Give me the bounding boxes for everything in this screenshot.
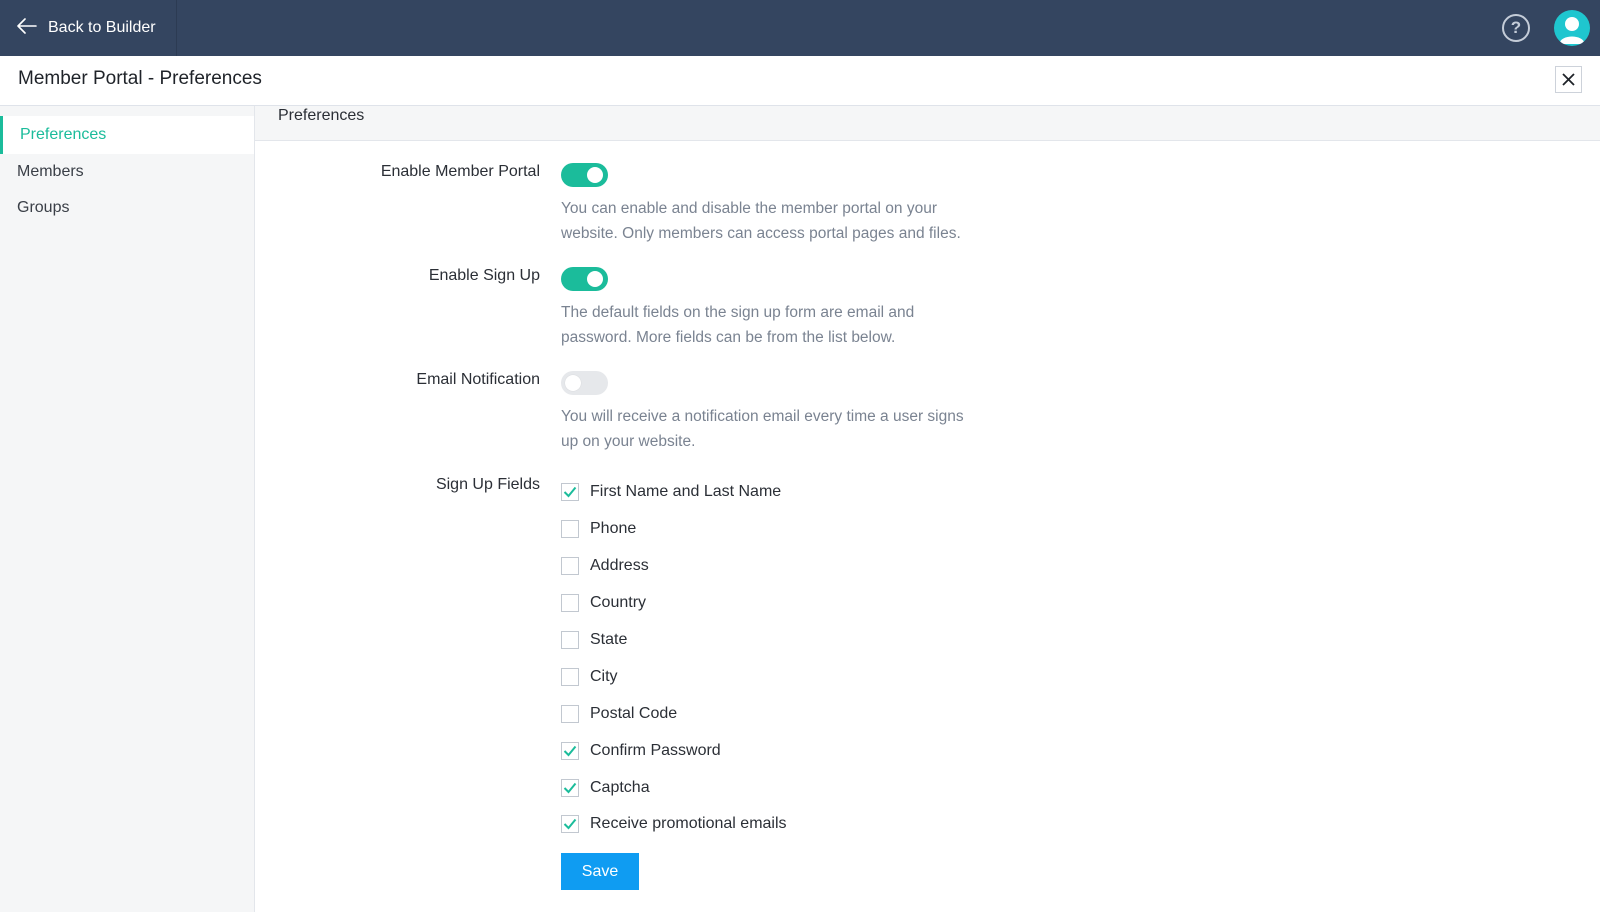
close-button[interactable]: [1555, 66, 1582, 93]
checkbox-label: State: [590, 631, 628, 648]
enable-signup-description: The default fields on the sign up form a…: [561, 301, 1011, 350]
checkbox-address[interactable]: Address: [561, 555, 649, 577]
top-bar: Back to Builder ?: [0, 0, 1600, 56]
help-icon[interactable]: ?: [1502, 14, 1530, 42]
enable-portal-toggle[interactable]: [561, 163, 608, 187]
checkbox-country[interactable]: Country: [561, 592, 646, 614]
checkbox-captcha[interactable]: Captcha: [561, 777, 650, 799]
avatar[interactable]: [1554, 10, 1590, 46]
checkbox-postal-code[interactable]: Postal Code: [561, 703, 677, 725]
page-title: Member Portal - Preferences: [18, 68, 262, 89]
checkbox-city[interactable]: City: [561, 666, 618, 688]
checkbox-label: Postal Code: [590, 705, 678, 722]
signup-fields-label: Sign Up Fields: [435, 476, 540, 493]
enable-portal-description: You can enable and disable the member po…: [561, 197, 1011, 246]
checkmark-icon: [563, 745, 577, 757]
checkbox-promotional-emails[interactable]: Receive promotional emails: [561, 813, 787, 835]
enable-portal-label: Enable Member Portal: [380, 163, 540, 180]
checkbox[interactable]: [561, 557, 579, 575]
checkmark-icon: [563, 782, 577, 794]
checkbox-state[interactable]: State: [561, 629, 627, 651]
checkbox-label: Receive promotional emails: [590, 815, 787, 832]
email-notification-label: Email Notification: [416, 371, 540, 388]
checkbox-confirm-password[interactable]: Confirm Password: [561, 740, 721, 762]
save-button[interactable]: Save: [561, 853, 639, 890]
section-header: Preferences: [255, 106, 1600, 141]
checkbox[interactable]: [561, 668, 579, 686]
user-icon: [1559, 17, 1585, 44]
checkbox-label: City: [590, 668, 618, 685]
back-to-builder-label: Back to Builder: [48, 19, 156, 36]
checkmark-icon: [563, 486, 577, 498]
checkbox-first-last-name[interactable]: First Name and Last Name: [561, 481, 781, 503]
back-to-builder-button[interactable]: Back to Builder: [0, 0, 177, 56]
arrow-left-icon: [16, 17, 38, 39]
checkbox-label: Address: [590, 557, 649, 574]
description-line: You can enable and disable the member po…: [561, 200, 937, 217]
checkbox[interactable]: [561, 779, 579, 797]
sidebar-item-members[interactable]: Members: [0, 154, 254, 190]
email-notification-toggle[interactable]: [561, 371, 608, 395]
section-title: Preferences: [278, 107, 365, 124]
checkbox-phone[interactable]: Phone: [561, 518, 636, 540]
checkbox[interactable]: [561, 815, 579, 833]
enable-signup-toggle[interactable]: [561, 267, 608, 291]
sidebar-item-groups[interactable]: Groups: [0, 190, 254, 226]
checkbox-label: Captcha: [590, 779, 650, 796]
checkbox-label: Phone: [590, 520, 637, 537]
checkbox[interactable]: [561, 594, 579, 612]
email-notification-description: You will receive a notification email ev…: [561, 405, 1011, 454]
description-line: up on your website.: [561, 432, 696, 450]
toggle-knob: [565, 375, 581, 391]
description-line: The default fields on the sign up form a…: [561, 304, 915, 321]
description-line: password. More fields can be from the li…: [561, 328, 896, 346]
title-bar: Member Portal - Preferences: [0, 56, 1600, 106]
checkbox[interactable]: [561, 483, 579, 501]
enable-signup-label: Enable Sign Up: [428, 267, 540, 284]
close-icon: [1562, 73, 1575, 86]
checkbox-label: Confirm Password: [590, 742, 721, 759]
checkbox[interactable]: [561, 705, 579, 723]
checkbox[interactable]: [561, 520, 579, 538]
description-line: website. Only members can access portal …: [561, 224, 961, 242]
toggle-knob: [587, 167, 603, 183]
checkbox-label: First Name and Last Name: [590, 483, 782, 500]
sidebar: Preferences Members Groups: [0, 106, 255, 912]
description-line: You will receive a notification email ev…: [561, 408, 964, 425]
checkmark-icon: [563, 818, 577, 830]
toggle-knob: [587, 271, 603, 287]
checkbox[interactable]: [561, 631, 579, 649]
checkbox-label: Country: [590, 594, 647, 611]
checkbox[interactable]: [561, 742, 579, 760]
sidebar-item-preferences[interactable]: Preferences: [0, 116, 254, 154]
